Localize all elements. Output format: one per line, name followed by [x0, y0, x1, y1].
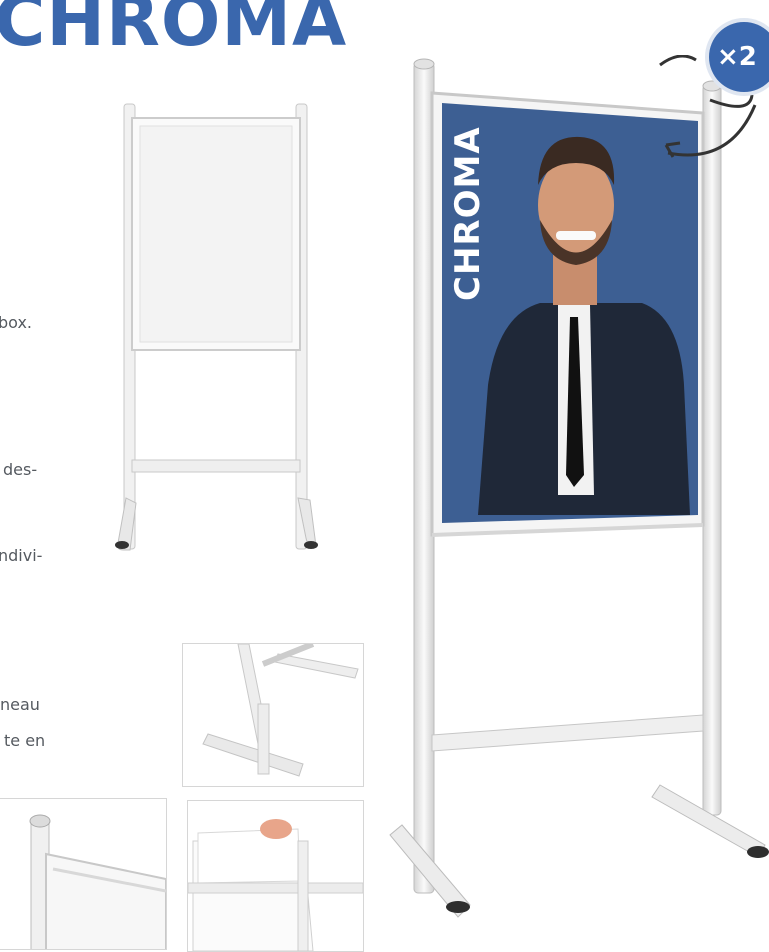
- small-stand-image: [108, 98, 318, 558]
- corner-detail-thumbnail: [0, 798, 167, 950]
- page-title: CHROMA: [0, 0, 348, 62]
- poster-vertical-text: CHROMA: [448, 126, 488, 301]
- text-fragment-5: te en: [4, 731, 46, 750]
- text-fragment-3: ndivi-: [0, 546, 43, 565]
- foot-detail-thumbnail: [182, 643, 364, 787]
- main-stand-image: CHROMA: [380, 55, 769, 936]
- text-fragment-4: neau: [0, 695, 40, 714]
- text-fragment-1: box.: [0, 313, 33, 332]
- panel-insert-thumbnail: [187, 800, 364, 952]
- text-fragment-2: des-: [3, 460, 38, 479]
